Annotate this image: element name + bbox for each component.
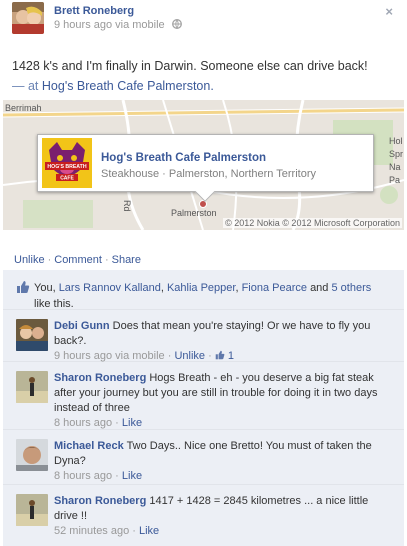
- comment-item: Sharon Roneberg Hogs Breath - eh - you d…: [3, 363, 404, 430]
- logo-text-top: HOG'S BREATH: [47, 164, 86, 170]
- comment-like-link[interactable]: Like: [139, 525, 159, 537]
- comment-meta: 9 hours ago via mobile · Unlike · 1: [54, 350, 235, 362]
- comment-author-link[interactable]: Sharon Roneberg: [54, 495, 146, 507]
- comment-time[interactable]: 8 hours ago: [54, 417, 112, 429]
- hogs-breath-logo: HOG'S BREATH CAFE: [42, 138, 92, 188]
- status-message: 1428 k's and I'm finally in Darwin. Some…: [12, 59, 368, 73]
- post-time[interactable]: 9 hours ago via mobile: [54, 19, 165, 31]
- likes-prefix: You,: [34, 282, 56, 294]
- author-avatar[interactable]: [12, 2, 44, 34]
- comment-meta: 8 hours ago · Like: [54, 417, 143, 429]
- small-thumbs-up-icon: [215, 350, 225, 360]
- comment-author-link[interactable]: Sharon Roneberg: [54, 372, 146, 384]
- like-count-value: 1: [227, 350, 235, 362]
- post-header: Brett Roneberg 9 hours ago via mobile ×: [0, 0, 407, 40]
- status-text: 1428 k's and I'm finally in Darwin. Some…: [12, 56, 382, 96]
- action-separator: ·: [104, 254, 109, 266]
- map-copyright: © 2012 Nokia © 2012 Microsoft Corporatio…: [223, 218, 402, 228]
- close-icon[interactable]: ×: [385, 4, 393, 19]
- liker-link[interactable]: Lars Rannov Kalland: [59, 282, 161, 294]
- comment-item: Michael Reck Two Days.. Nice one Bretto!…: [3, 431, 404, 485]
- place-name-link[interactable]: Hog's Breath Cafe Palmerston: [101, 152, 266, 164]
- unlike-link[interactable]: Unlike: [14, 254, 45, 266]
- comment-like-link[interactable]: Like: [122, 470, 142, 482]
- map-label-road: Rd: [122, 200, 132, 212]
- post-author-link[interactable]: Brett Roneberg: [54, 5, 134, 17]
- comment-author-link[interactable]: Michael Reck: [54, 440, 124, 452]
- comment-body: Michael Reck Two Days.. Nice one Bretto!…: [54, 439, 394, 484]
- map-label-pa: Pa: [389, 175, 401, 185]
- likes-and: and: [310, 282, 329, 294]
- comment-body: Sharon Roneberg 1417 + 1428 = 2845 kilom…: [54, 494, 394, 539]
- thumbs-up-icon: [16, 280, 30, 294]
- map-label-spr: Spr: [389, 149, 404, 159]
- likes-comma: ,: [235, 282, 239, 294]
- comment-like-count[interactable]: 1: [215, 350, 234, 362]
- post-actions: Unlike · Comment · Share: [14, 254, 141, 266]
- likes-summary: You, Lars Rannov Kalland, Kahlia Pepper,…: [3, 270, 404, 310]
- map-label-palmerston: Palmerston: [171, 208, 217, 218]
- liker-link[interactable]: Kahlia Pepper: [167, 282, 236, 294]
- map-preview[interactable]: Berrimah Rd Palmerston Hol Spr Na Pa © 2…: [3, 100, 404, 230]
- comment-time[interactable]: 52 minutes ago: [54, 525, 129, 537]
- comment-author-link[interactable]: Debi Gunn: [54, 320, 110, 332]
- map-label-na: Na: [389, 162, 401, 172]
- comment-item: Sharon Roneberg 1417 + 1428 = 2845 kilom…: [3, 486, 404, 544]
- likes-others-link[interactable]: 5 others: [331, 282, 371, 294]
- place-link[interactable]: Hog's Breath Cafe Palmerston.: [42, 79, 214, 93]
- comment-meta: 52 minutes ago · Like: [54, 525, 160, 537]
- commenter-avatar[interactable]: [16, 439, 48, 471]
- comment-time[interactable]: 9 hours ago via mobile: [54, 350, 165, 362]
- comment-item: Debi Gunn Does that mean you're staying!…: [3, 311, 404, 362]
- comment-unlike-link[interactable]: Unlike: [174, 350, 205, 362]
- comment-time[interactable]: 8 hours ago: [54, 470, 112, 482]
- likes-comma: ,: [160, 282, 164, 294]
- action-separator: ·: [47, 254, 52, 266]
- comment-body: Debi Gunn Does that mean you're staying!…: [54, 319, 394, 364]
- liker-link[interactable]: Fiona Pearce: [242, 282, 307, 294]
- map-label-berrimah: Berrimah: [5, 103, 42, 113]
- commenter-avatar[interactable]: [16, 371, 48, 403]
- mobile-globe-icon: [171, 19, 182, 29]
- commenter-avatar[interactable]: [16, 494, 48, 526]
- place-subtitle: Steakhouse · Palmerston, Northern Territ…: [101, 168, 316, 180]
- map-label-hol: Hol: [389, 136, 403, 146]
- feedback-section: You, Lars Rannov Kalland, Kahlia Pepper,…: [3, 270, 404, 546]
- comment-like-link[interactable]: Like: [122, 417, 142, 429]
- share-link[interactable]: Share: [112, 254, 141, 266]
- likes-suffix: like this.: [34, 298, 74, 310]
- commenter-avatar[interactable]: [16, 319, 48, 351]
- comment-link[interactable]: Comment: [54, 254, 102, 266]
- logo-text-bottom: CAFE: [60, 176, 74, 182]
- comment-body: Sharon Roneberg Hogs Breath - eh - you d…: [54, 371, 394, 431]
- map-pin-icon: [199, 200, 207, 208]
- likes-text: You, Lars Rannov Kalland, Kahlia Pepper,…: [34, 280, 384, 312]
- at-prefix: — at: [12, 79, 39, 93]
- post-meta: 9 hours ago via mobile: [54, 19, 182, 31]
- comment-meta: 8 hours ago · Like: [54, 470, 143, 482]
- place-card[interactable]: HOG'S BREATH CAFE Hog's Breath Cafe Palm…: [37, 134, 374, 202]
